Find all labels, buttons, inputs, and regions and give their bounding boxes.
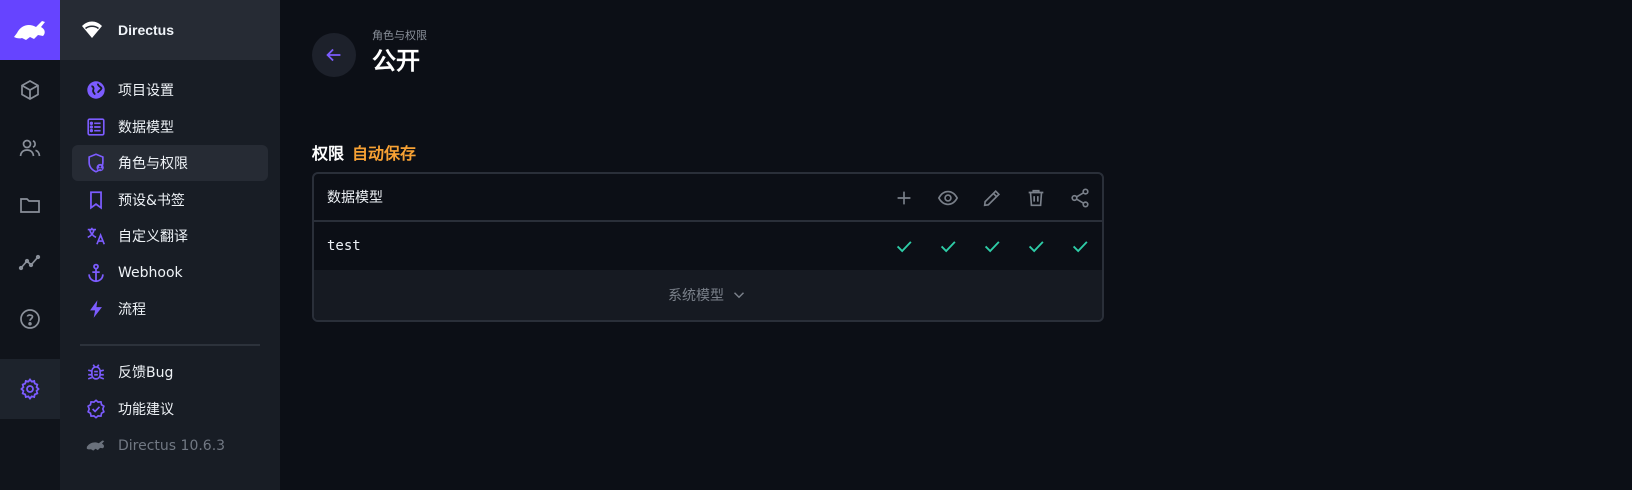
update-icon[interactable] — [970, 176, 1014, 220]
nav-item-report-bug[interactable]: 反馈Bug — [72, 354, 268, 390]
autosave-label: 自动保存 — [352, 144, 417, 163]
collection-name: test — [327, 238, 361, 254]
help-icon — [20, 309, 40, 329]
delete-icon[interactable] — [1014, 176, 1058, 220]
nav-item-webhook[interactable]: Webhook — [72, 255, 268, 291]
nav-label: 自定义翻译 — [118, 229, 188, 245]
module-users[interactable] — [0, 118, 60, 178]
permissions-table: 数据模型 test 系统模型 — [312, 172, 1104, 322]
table-row[interactable]: test — [314, 222, 1102, 270]
shield-user-icon — [84, 151, 108, 175]
read-icon[interactable] — [926, 176, 970, 220]
create-icon[interactable] — [882, 176, 926, 220]
nav-label: 功能建议 — [118, 402, 174, 418]
page-title: 公开 — [372, 47, 420, 75]
action-icons — [882, 174, 1102, 222]
nav-label: Webhook — [118, 265, 183, 281]
permissions-header: 权限 自动保存 — [312, 140, 416, 164]
version-label: Directus 10.6.3 — [118, 438, 226, 454]
module-help[interactable] — [0, 289, 60, 349]
anchor-icon — [84, 261, 108, 285]
globe-icon — [84, 78, 108, 102]
nav-divider — [80, 344, 260, 346]
nav-label: 反馈Bug — [118, 365, 174, 381]
back-button[interactable] — [312, 33, 356, 77]
nav-item-translations[interactable]: 自定义翻译 — [72, 218, 268, 254]
cube-icon — [21, 80, 39, 100]
check-icon[interactable] — [970, 224, 1014, 268]
permission-toggles — [882, 222, 1102, 270]
check-icon[interactable] — [1014, 224, 1058, 268]
nav-label: 流程 — [118, 302, 146, 318]
check-icon[interactable] — [1058, 224, 1102, 268]
bookmark-icon — [84, 188, 108, 212]
project-name: Directus — [118, 22, 175, 38]
system-collections-toggle[interactable]: 系统模型 — [314, 270, 1102, 320]
arrow-left-icon — [326, 48, 341, 62]
nav-item-roles-permissions[interactable]: 角色与权限 — [72, 145, 268, 181]
list-alt-icon — [84, 115, 108, 139]
column-header-collection: 数据模型 — [327, 190, 383, 206]
check-icon[interactable] — [926, 224, 970, 268]
directus-logo-icon — [84, 434, 108, 458]
module-insights[interactable] — [0, 232, 60, 292]
nav-label: 项目设置 — [118, 83, 174, 99]
insights-icon — [18, 254, 41, 271]
permissions-heading: 权限 — [312, 144, 345, 163]
directus-logo[interactable] — [0, 0, 60, 60]
module-settings[interactable] — [0, 359, 60, 419]
bug-icon — [84, 360, 108, 384]
verified-icon — [84, 397, 108, 421]
nav-item-project-settings[interactable]: 项目设置 — [72, 72, 268, 108]
module-bar — [0, 0, 60, 490]
nav-label: 数据模型 — [118, 120, 174, 136]
translate-icon — [84, 224, 108, 248]
rabbit-logo-icon — [14, 21, 45, 40]
share-icon[interactable] — [1058, 176, 1102, 220]
module-content[interactable] — [0, 60, 60, 120]
nav-label: 角色与权限 — [118, 156, 188, 172]
project-header[interactable]: Directus — [60, 0, 280, 60]
nav-label: 预设&书签 — [118, 193, 185, 209]
check-icon[interactable] — [882, 224, 926, 268]
chevron-down-icon — [733, 292, 745, 299]
nav-item-feature-request[interactable]: 功能建议 — [72, 391, 268, 427]
module-files[interactable] — [0, 175, 60, 235]
users-icon — [19, 139, 41, 157]
settings-navigation: Directus 项目设置 数据模型 角色与权限 预设&书签 自定义翻译 Web… — [60, 0, 280, 490]
nav-item-version[interactable]: Directus 10.6.3 — [72, 428, 268, 464]
bolt-icon — [84, 297, 108, 321]
nav-item-presets-bookmarks[interactable]: 预设&书签 — [72, 182, 268, 218]
wifi-icon — [80, 18, 104, 42]
nav-item-flows[interactable]: 流程 — [72, 291, 268, 327]
settings-icon — [20, 378, 40, 400]
table-header: 数据模型 — [314, 174, 1102, 222]
folder-icon — [20, 198, 40, 213]
system-collections-label: 系统模型 — [668, 288, 724, 304]
nav-item-data-model[interactable]: 数据模型 — [72, 109, 268, 145]
